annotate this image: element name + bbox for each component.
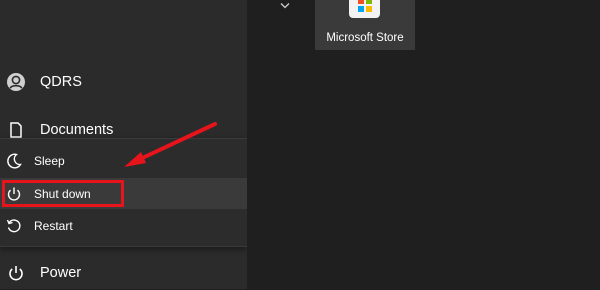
sidebar-item-user[interactable]: QDRS <box>0 65 247 99</box>
microsoft-store-icon <box>349 0 380 18</box>
menu-item-restart-label: Restart <box>34 218 73 233</box>
sidebar-item-power-label: Power <box>40 265 82 281</box>
chevron-down-icon[interactable] <box>279 0 291 12</box>
restart-icon <box>5 217 23 235</box>
app-tile-microsoft-store[interactable]: Microsoft Store <box>315 0 415 50</box>
menu-item-sleep-label: Sleep <box>34 153 65 168</box>
sidebar-item-power[interactable]: Power <box>0 256 247 290</box>
sidebar-item-documents-label: Documents <box>40 122 114 138</box>
menu-item-restart[interactable]: Restart <box>0 210 247 241</box>
sleep-icon <box>5 152 23 170</box>
menu-item-sleep[interactable]: Sleep <box>0 145 247 176</box>
power-menu: Sleep Shut down Restart <box>0 138 247 247</box>
document-icon <box>6 120 26 140</box>
menu-item-shut-down-label: Shut down <box>34 186 91 201</box>
menu-item-shut-down[interactable]: Shut down <box>0 178 247 209</box>
pinned-apps-area <box>247 0 600 289</box>
user-avatar-icon <box>6 72 26 92</box>
power-icon <box>5 185 23 203</box>
power-icon <box>6 263 26 283</box>
app-tile-label: Microsoft Store <box>326 32 404 44</box>
sidebar-item-user-label: QDRS <box>40 74 82 90</box>
